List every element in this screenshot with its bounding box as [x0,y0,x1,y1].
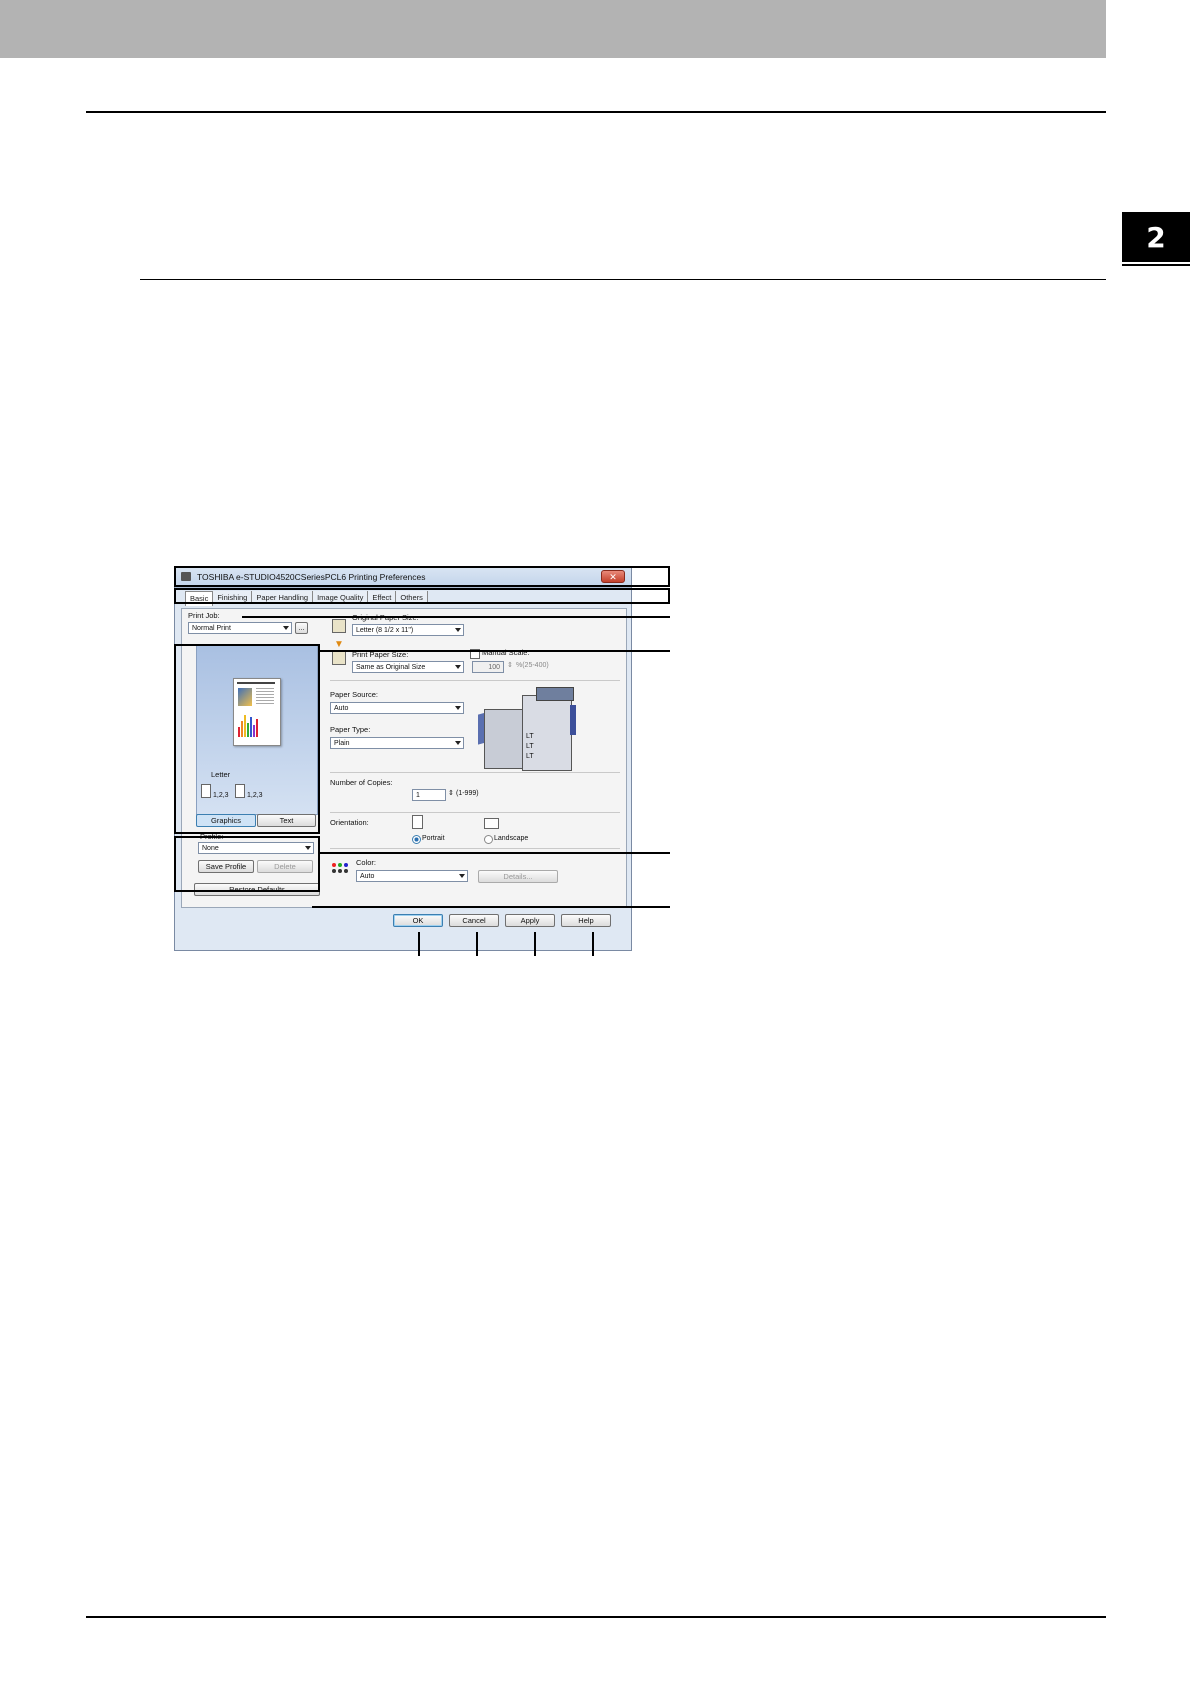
callout-box-tabs [174,588,670,604]
callout-box-profile [174,836,320,892]
ok-button[interactable]: OK [393,914,443,927]
print-job-more-button[interactable]: ... [295,622,308,634]
print-job-value: Normal Print [192,625,231,632]
print-paper-size-value: Same as Original Size [356,664,426,671]
paper-type-select[interactable]: Plain [330,737,464,749]
copies-range: (1-999) [456,790,479,797]
callout-line-print-job [242,616,670,618]
divider [330,680,620,681]
spin-arrows-icon[interactable]: ⇕ [507,661,513,669]
original-paper-size-value: Letter (8 1/2 x 11") [356,627,414,634]
chevron-down-icon [455,706,461,710]
color-dots-icon [332,863,350,875]
callout-line-cancel [476,932,478,956]
top-rule [86,111,1106,113]
manual-scale-range: %(25-400) [516,662,549,669]
paper-type-value: Plain [334,740,350,747]
divider [330,772,620,773]
portrait-icon [412,815,423,829]
print-job-select[interactable]: Normal Print [188,622,292,634]
callout-line-restore-defaults [312,906,670,908]
chevron-down-icon [455,665,461,669]
print-arrow-icon: ▼ [334,639,344,650]
callout-line-profile [320,852,670,854]
callout-line-ok [418,932,420,956]
print-job-label: Print Job: [188,611,220,620]
landscape-label: Landscape [494,835,529,842]
manual-scale-input[interactable]: 100 [472,661,504,673]
paper-size-icon [332,619,346,633]
tray-label-2: LT [526,743,534,750]
print-paper-size-select[interactable]: Same as Original Size [352,661,464,673]
color-value: Auto [360,873,375,880]
chevron-down-icon [459,874,465,878]
callout-box-title-bar [174,566,670,587]
print-paper-icon [332,651,346,665]
callout-box-preview [174,644,320,834]
chapter-tab: 2 [1122,212,1190,262]
chevron-down-icon [283,626,289,630]
printer-illustration[interactable]: LT LT LT [478,687,578,771]
divider [330,812,620,813]
callout-line-preview [320,650,670,652]
paper-source-label: Paper Source: [330,690,378,699]
chapter-tab-underline [1122,264,1190,266]
paper-source-select[interactable]: Auto [330,702,464,714]
copies-input[interactable]: 1 [412,789,446,801]
apply-button[interactable]: Apply [505,914,555,927]
copies-label: Number of Copies: [330,778,393,787]
color-details-button[interactable]: Details... [478,870,558,883]
spin-arrows-icon[interactable]: ⇕ [448,789,454,797]
chevron-down-icon [455,741,461,745]
divider [330,848,620,849]
orientation-label: Orientation: [330,818,369,827]
color-label: Color: [356,858,377,867]
original-paper-size-select[interactable]: Letter (8 1/2 x 11") [352,624,464,636]
tray-label-3: LT [526,753,534,760]
section-rule [140,279,1106,280]
chevron-down-icon [455,628,461,632]
paper-source-value: Auto [334,705,349,712]
callout-line-apply [534,932,536,956]
footer-rule [86,1616,1106,1618]
tray-label-1: LT [526,733,534,740]
callout-line-help [592,932,594,956]
portrait-label: Portrait [422,835,445,842]
paper-type-label: Paper Type: [330,725,371,734]
color-select[interactable]: Auto [356,870,468,882]
cancel-button[interactable]: Cancel [449,914,499,927]
help-button[interactable]: Help [561,914,611,927]
portrait-radio[interactable] [412,835,421,844]
header-band [0,0,1106,58]
landscape-icon [484,818,499,829]
landscape-radio[interactable] [484,835,493,844]
